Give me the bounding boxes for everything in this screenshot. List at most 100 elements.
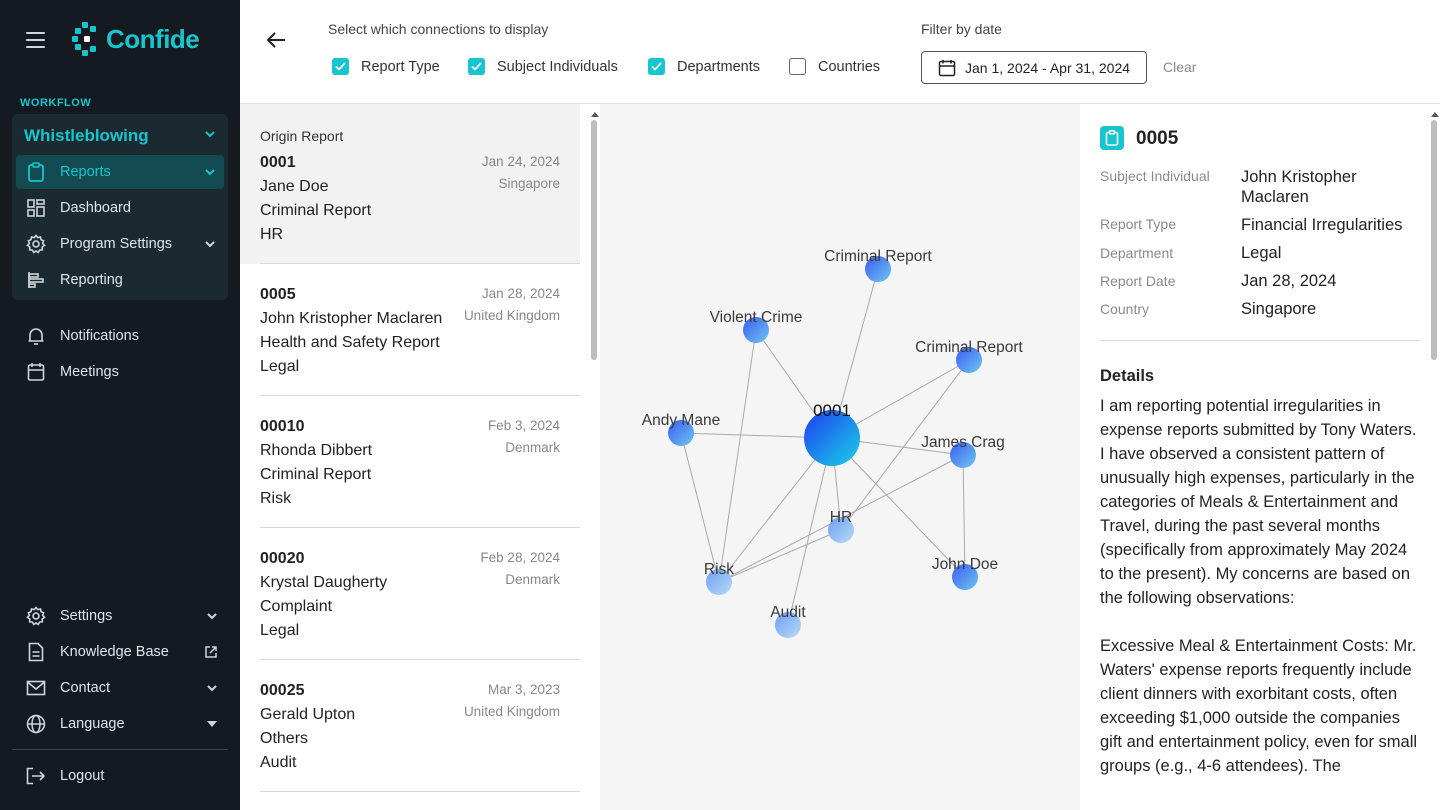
detail-field-value: Singapore <box>1241 300 1317 318</box>
scrollbar-thumb[interactable] <box>1431 120 1437 360</box>
checkbox-subject-individuals[interactable]: Subject Individuals <box>468 58 618 75</box>
back-arrow-icon[interactable] <box>264 28 288 52</box>
checkbox-unchecked-icon[interactable] <box>789 58 806 75</box>
chevron-down-icon[interactable] <box>206 610 218 622</box>
chevron-down-icon[interactable] <box>204 166 216 178</box>
caret-down-icon[interactable] <box>206 718 218 730</box>
report-date: Jan 24, 2024 <box>481 154 560 169</box>
logout-label: Logout <box>60 768 105 784</box>
calendar-icon <box>26 362 46 382</box>
graph-node-label: Criminal Report <box>824 248 932 265</box>
list-item[interactable]: 00025 Gerald Upton Others Audit Mar 3, 2… <box>240 660 580 792</box>
divider <box>1100 340 1420 341</box>
report-type: Complaint <box>260 598 333 615</box>
gear-icon <box>26 606 46 626</box>
list-item[interactable]: Origin Report 0001 Jane Doe Criminal Rep… <box>240 104 580 264</box>
reporting-icon <box>26 270 46 290</box>
details-heading: Details <box>1100 367 1155 385</box>
detail-field-label: Report Date <box>1100 273 1176 289</box>
external-link-icon[interactable] <box>204 645 218 659</box>
detail-field-value: Jan 28, 2024 <box>1241 272 1337 290</box>
sidebar-item-notifications[interactable]: Notifications <box>16 319 228 353</box>
logo[interactable]: Confide <box>72 22 200 56</box>
report-country: United Kingdom <box>463 308 560 323</box>
clipboard-icon <box>26 162 46 182</box>
checkbox-departments[interactable]: Departments <box>648 58 760 75</box>
connection-graph: Criminal Report Violent Crime Criminal R… <box>600 104 1080 810</box>
sidebar-item-dashboard[interactable]: Dashboard <box>16 191 224 225</box>
report-id: 00020 <box>260 550 305 567</box>
graph-node-label: Andy Mane <box>642 412 720 429</box>
graph-canvas: Criminal Report Violent Crime Criminal R… <box>642 248 1024 638</box>
report-type: Health and Safety Report <box>260 334 440 351</box>
report-subject: Krystal Daugherty <box>260 574 388 591</box>
gear-icon <box>26 234 46 254</box>
scroll-up-arrow[interactable] <box>591 112 599 117</box>
detail-field-label: Country <box>1100 301 1150 317</box>
sidebar-item-meetings[interactable]: Meetings <box>16 355 228 389</box>
report-country: United Kingdom <box>463 704 560 719</box>
detail-field-value: John Kristopher Maclaren <box>1241 168 1357 206</box>
section-label-workflow: WORKFLOW <box>20 97 92 109</box>
report-country: Denmark <box>505 440 560 455</box>
sidebar-item-label: Notifications <box>60 328 139 344</box>
sidebar-item-contact[interactable]: Contact <box>16 671 228 705</box>
sidebar-item-label: Meetings <box>60 364 119 380</box>
checkbox-checked-icon[interactable] <box>468 58 485 75</box>
graph-node-label: John Doe <box>932 556 998 573</box>
checkbox-checked-icon[interactable] <box>648 58 665 75</box>
workflow-group: Whistleblowing Reports Dashboard Program… <box>12 114 228 300</box>
report-subject: Gerald Upton <box>260 706 356 723</box>
chevron-down-icon[interactable] <box>204 238 216 250</box>
report-type: Others <box>260 730 309 747</box>
report-date: Feb 3, 2024 <box>487 418 560 433</box>
clear-date-button[interactable]: Clear <box>1163 59 1196 75</box>
report-id: 00010 <box>260 418 305 435</box>
report-id: 0001 <box>260 154 296 171</box>
bell-icon <box>26 326 46 346</box>
chevron-down-icon[interactable] <box>204 128 216 140</box>
report-date: Mar 3, 2023 <box>487 682 560 697</box>
logout-button[interactable]: Logout <box>16 759 228 793</box>
sidebar-item-reporting[interactable]: Reporting <box>16 263 224 297</box>
list-item[interactable]: 00020 Krystal Daugherty Complaint Legal … <box>240 528 580 660</box>
sidebar-item-label: Contact <box>60 680 110 696</box>
report-department: Legal <box>260 358 300 375</box>
graph-node-label: Risk <box>704 561 734 578</box>
sidebar-item-label: Language <box>60 716 125 732</box>
date-range-value: Jan 1, 2024 - Apr 31, 2024 <box>965 59 1131 76</box>
sidebar-item-language[interactable]: Language <box>16 707 228 741</box>
scrollbar-thumb[interactable] <box>591 120 597 360</box>
menu-icon[interactable] <box>26 32 45 48</box>
report-type: Criminal Report <box>260 466 372 483</box>
chevron-down-icon[interactable] <box>206 682 218 694</box>
mail-icon <box>26 678 46 698</box>
list-item[interactable]: 0005 John Kristopher Maclaren Health and… <box>240 264 580 396</box>
list-item[interactable]: 00010 Rhonda Dibbert Criminal Report Ris… <box>240 396 580 528</box>
detail-report-id: 0005 <box>1136 128 1179 149</box>
checkbox-label: Departments <box>677 58 761 75</box>
date-range-picker[interactable]: Jan 1, 2024 - Apr 31, 2024 <box>921 51 1147 84</box>
filter-bar: Select which connections to display Repo… <box>240 0 1440 104</box>
sidebar-item-program-settings[interactable]: Program Settings <box>16 227 224 261</box>
graph-node-label: Violent Crime <box>710 309 803 326</box>
details-text: I am reporting potential irregularities … <box>1100 397 1418 775</box>
report-country: Denmark <box>505 572 560 587</box>
checkbox-label: Countries <box>818 58 881 75</box>
report-department: Audit <box>260 754 297 771</box>
checkbox-countries[interactable]: Countries <box>789 58 880 75</box>
checkbox-checked-icon[interactable] <box>332 58 349 75</box>
scroll-up-arrow[interactable] <box>1431 112 1439 117</box>
checkbox-report-type[interactable]: Report Type <box>332 58 440 75</box>
calendar-icon <box>938 59 956 76</box>
detail-field-value: Financial Irregularities <box>1241 216 1403 234</box>
date-filter-label: Filter by date <box>921 21 1002 37</box>
sidebar-item-reports[interactable]: Reports <box>16 155 224 189</box>
sidebar-item-settings[interactable]: Settings <box>16 599 228 633</box>
workflow-title[interactable]: Whistleblowing <box>24 126 149 146</box>
detail-field-label: Subject Individual <box>1100 168 1210 184</box>
report-subject: John Kristopher Maclaren <box>260 310 443 327</box>
detail-field-label: Report Type <box>1100 216 1177 232</box>
graph-node-label: HR <box>830 509 852 526</box>
sidebar-item-knowledge-base[interactable]: Knowledge Base <box>16 635 228 669</box>
